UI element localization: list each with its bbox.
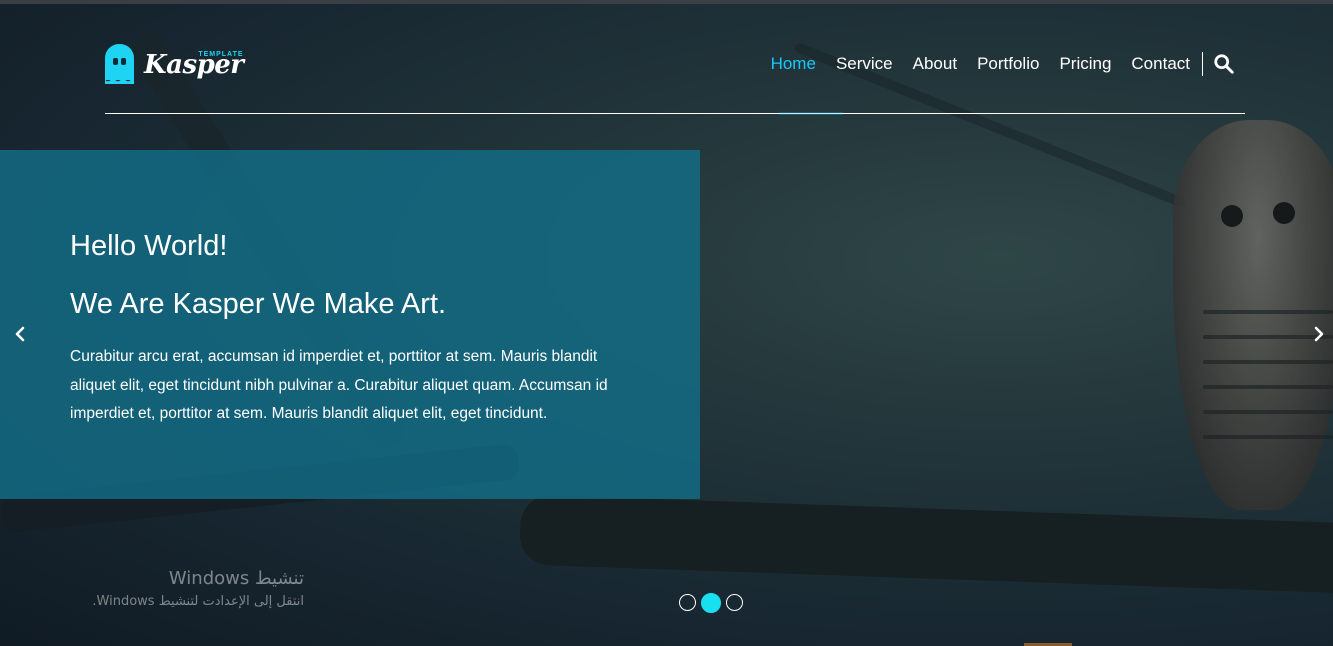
nav-item-pricing[interactable]: Pricing [1049, 50, 1121, 78]
site-logo[interactable]: TEMPLATE Kasper [105, 42, 244, 84]
windows-activation-watermark: تنشيط Windows انتقل إلى الإعدادت لتنشيط … [92, 566, 304, 612]
nav-item-service[interactable]: Service [826, 50, 903, 78]
nav-divider [1202, 52, 1203, 76]
hero-headline: We Are Kasper We Make Art. [70, 288, 447, 320]
owl-feather [1203, 385, 1333, 389]
owl-feather [1203, 435, 1333, 439]
owl-feather [1203, 410, 1333, 414]
ghost-icon [105, 44, 134, 84]
slider-bullet-2[interactable] [701, 592, 721, 613]
window-top-border [0, 0, 1333, 4]
nav-item-contact[interactable]: Contact [1121, 50, 1200, 78]
slider-prev-button[interactable] [10, 322, 30, 346]
owl-image [1173, 120, 1333, 510]
owl-perch-branch [519, 494, 1333, 596]
hero-greeting: Hello World! [70, 230, 228, 262]
slider-bullets [679, 592, 743, 613]
slider-next-button[interactable] [1309, 322, 1329, 346]
logo-text: TEMPLATE Kasper [144, 50, 244, 80]
search-icon[interactable] [1213, 53, 1235, 75]
nav-item-home[interactable]: Home [761, 50, 826, 78]
hero-description: Curabitur arcu erat, accumsan id imperdi… [70, 348, 608, 422]
header-divider [105, 113, 1245, 114]
watermark-subtitle: انتقل إلى الإعدادت لتنشيط Windows. [92, 594, 304, 609]
owl-feather [1203, 310, 1333, 314]
nav-item-portfolio[interactable]: Portfolio [967, 50, 1049, 78]
logo-tagline: TEMPLATE [198, 51, 244, 58]
watermark-title: تنشيط Windows [168, 568, 304, 589]
slider-bullet-3[interactable] [726, 594, 743, 611]
owl-feather [1203, 360, 1333, 364]
owl-eye [1273, 202, 1295, 224]
chevron-left-icon [15, 326, 25, 342]
nav-item-about[interactable]: About [903, 50, 967, 78]
active-nav-indicator [779, 112, 843, 115]
hero-content-box: Hello World! We Are Kasper We Make Art. … [0, 150, 700, 499]
owl-eye [1221, 205, 1243, 227]
slider-bullet-1[interactable] [679, 594, 696, 611]
main-nav: Home Service About Portfolio Pricing Con… [761, 50, 1235, 78]
hero-slider: TEMPLATE Kasper Home Service About Portf… [0, 0, 1333, 646]
chevron-right-icon [1314, 326, 1324, 342]
